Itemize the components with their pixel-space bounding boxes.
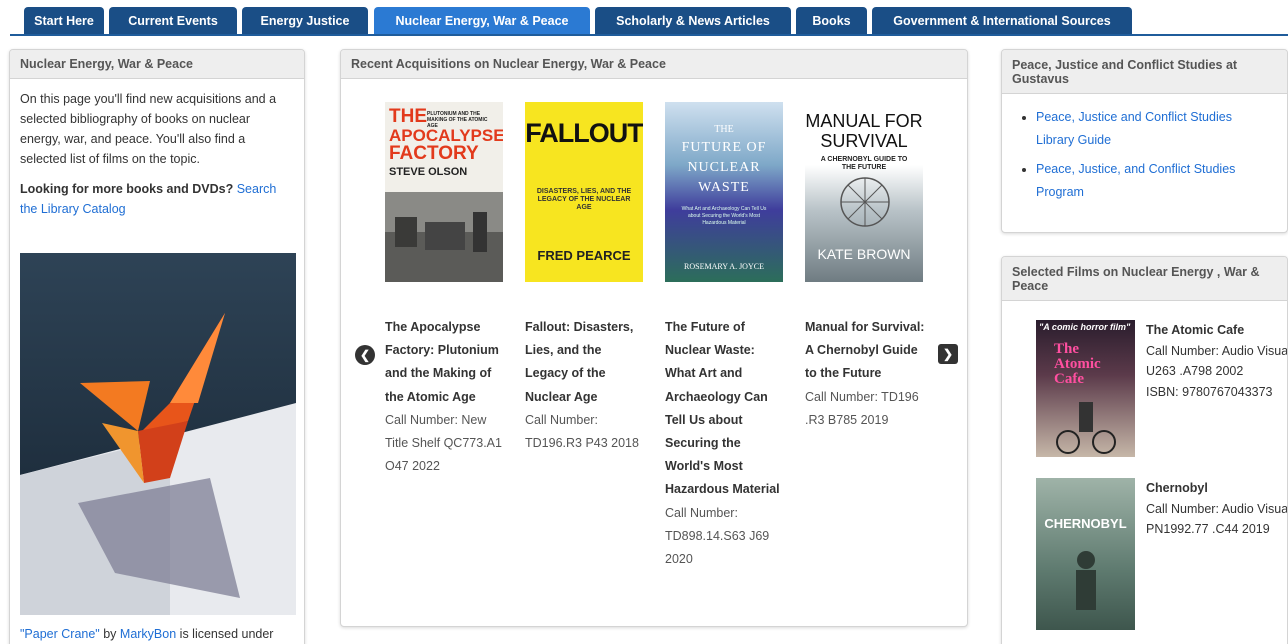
tab-energy-justice[interactable]: Energy Justice (242, 7, 368, 36)
peace-justice-heading: Peace, Justice and Conflict Studies at G… (1002, 50, 1287, 94)
tab-books[interactable]: Books (796, 7, 867, 36)
cover-subtitle: What Art and Archaeology Can Tell Us abo… (681, 206, 767, 226)
caption-license: is licensed under (176, 627, 274, 641)
cover-title-2: SURVIVAL (820, 131, 908, 151)
book-cover[interactable]: MANUAL FOR SURVIVAL A CHERNOBYL GUIDE TO… (805, 102, 923, 282)
cover-tagline: "A comic horror film" (1039, 322, 1131, 332)
film-title[interactable]: Chernobyl (1146, 478, 1287, 499)
tabs-underline (10, 34, 1288, 36)
carousel-prev-icon[interactable]: ❮ (355, 345, 375, 365)
call-number: Call Number: TD196.R3 P43 2018 (525, 412, 639, 451)
book-title[interactable]: Manual for Survival: A Chernobyl Guide t… (805, 316, 927, 386)
book-title[interactable]: The Future of Nuclear Waste: What Art an… (665, 316, 787, 502)
cover-subtitle: A CHERNOBYL GUIDE TO THE FUTURE (820, 156, 908, 171)
book-item[interactable]: THE PLUTONIUM AND THE MAKING OF THE ATOM… (385, 102, 505, 473)
selected-films-heading: Selected Films on Nuclear Energy , War &… (1002, 257, 1287, 301)
guide-tabs: Start Here Current Events Energy Justice… (0, 0, 1288, 36)
cover-author: FRED PEARCE (537, 248, 631, 263)
cover-title: CHERNOBYL (1044, 516, 1127, 531)
cover-author: KATE BROWN (817, 246, 911, 262)
cover-title-3: NUCLEAR (687, 160, 761, 175)
tab-current-events[interactable]: Current Events (109, 7, 237, 36)
cover-subtitle: DISASTERS, LIES, AND THE LEGACY OF THE N… (536, 188, 632, 211)
film-details: Chernobyl Call Number: Audio Visual PN19… (1146, 478, 1288, 540)
call-number: Call Number: TD898.14.S63 J69 2020 (665, 505, 770, 567)
intro-panel-heading: Nuclear Energy, War & Peace (10, 50, 304, 79)
book-details: The Future of Nuclear Waste: What Art an… (665, 316, 787, 571)
cover-title: The Atomic Cafe (1054, 341, 1101, 387)
caption-by: by (99, 627, 120, 641)
book-cover[interactable]: THE PLUTONIUM AND THE MAKING OF THE ATOM… (385, 102, 503, 282)
intro-text: On this page you'll find new acquisition… (20, 92, 277, 166)
book-cover[interactable]: FALLOUT DISASTERS, LIES, AND THE LEGACY … (525, 102, 643, 282)
tab-scholarly-news-articles[interactable]: Scholarly & News Articles (595, 7, 791, 36)
book-details: The Apocalypse Factory: Plutonium and th… (385, 316, 507, 478)
pjcs-library-guide-link[interactable]: Peace, Justice and Conflict Studies Libr… (1036, 110, 1232, 147)
book-title[interactable]: Fallout: Disasters, Lies, and the Legacy… (525, 316, 647, 409)
book-details: Fallout: Disasters, Lies, and the Legacy… (525, 316, 647, 455)
book-details: Manual for Survival: A Chernobyl Guide t… (805, 316, 927, 432)
cover-title-1: THE (714, 124, 734, 135)
book-title[interactable]: The Apocalypse Factory: Plutonium and th… (385, 316, 507, 409)
cover-title-2: FUTURE OF (681, 140, 767, 155)
cover-title-1: THE (389, 106, 427, 127)
cover-title-3: FACTORY (389, 143, 479, 164)
book-item[interactable]: FALLOUT DISASTERS, LIES, AND THE LEGACY … (525, 102, 645, 450)
more-books-label: Looking for more books and DVDs? (20, 182, 234, 196)
markybon-link[interactable]: MarkyBon (120, 627, 176, 641)
more-books-line: Looking for more books and DVDs? Search … (20, 179, 294, 219)
call-number: Call Number: New Title Shelf QC773.A1 O4… (385, 412, 502, 474)
list-item: Peace, Justice, and Conflict Studies Pro… (1036, 158, 1287, 204)
film-title[interactable]: The Atomic Cafe (1146, 320, 1287, 341)
carousel-next-icon[interactable]: ❯ (938, 344, 958, 364)
cover-title: FALLOUT (525, 118, 643, 148)
paper-crane-image (20, 253, 296, 615)
peace-links-list: Peace, Justice and Conflict Studies Libr… (1002, 94, 1287, 204)
recent-acquisitions-panel: Recent Acquisitions on Nuclear Energy, W… (340, 49, 968, 627)
cover-author: ROSEMARY A. JOYCE (684, 262, 764, 271)
peace-justice-panel: Peace, Justice and Conflict Studies at G… (1001, 49, 1288, 233)
tab-start-here[interactable]: Start Here (24, 7, 104, 36)
isbn: ISBN: 9780767043373 (1146, 384, 1273, 399)
pjcs-program-link[interactable]: Peace, Justice, and Conflict Studies Pro… (1036, 162, 1235, 199)
cover-author: STEVE OLSON (389, 166, 468, 178)
cover-title-4: WASTE (698, 180, 750, 195)
list-item: Peace, Justice and Conflict Studies Libr… (1036, 106, 1287, 152)
film-details: The Atomic Cafe Call Number: Audio Visua… (1146, 320, 1288, 402)
recent-acquisitions-heading: Recent Acquisitions on Nuclear Energy, W… (341, 50, 967, 79)
cover-ferris-wheel (840, 177, 890, 227)
book-item[interactable]: THE FUTURE OF NUCLEAR WASTE What Art and… (665, 102, 785, 566)
call-number: Call Number: TD196 .R3 B785 2019 (805, 389, 919, 427)
call-number: Call Number: Audio Visual U263 .A798 200… (1146, 343, 1288, 379)
image-caption: "Paper Crane" by MarkyBon is licensed un… (20, 624, 304, 644)
selected-films-panel: Selected Films on Nuclear Energy , War &… (1001, 256, 1288, 644)
intro-panel: Nuclear Energy, War & Peace On this page… (9, 49, 305, 644)
book-item[interactable]: MANUAL FOR SURVIVAL A CHERNOBYL GUIDE TO… (805, 102, 925, 427)
tab-government-international-sources[interactable]: Government & International Sources (872, 7, 1132, 36)
tab-nuclear-energy-war-peace[interactable]: Nuclear Energy, War & Peace (374, 7, 590, 36)
film-cover[interactable]: CHERNOBYL (1036, 478, 1135, 630)
film-cover[interactable]: "A comic horror film" The Atomic Cafe (1036, 320, 1135, 457)
cover-title-1: MANUAL FOR (805, 111, 923, 131)
cover-cyclist (1056, 402, 1116, 454)
cover-figure (1076, 551, 1096, 610)
paper-crane-link[interactable]: "Paper Crane" (20, 627, 100, 641)
cover-photo (385, 192, 503, 282)
book-cover[interactable]: THE FUTURE OF NUCLEAR WASTE What Art and… (665, 102, 783, 282)
call-number: Call Number: Audio Visual PN1992.77 .C44… (1146, 501, 1288, 537)
